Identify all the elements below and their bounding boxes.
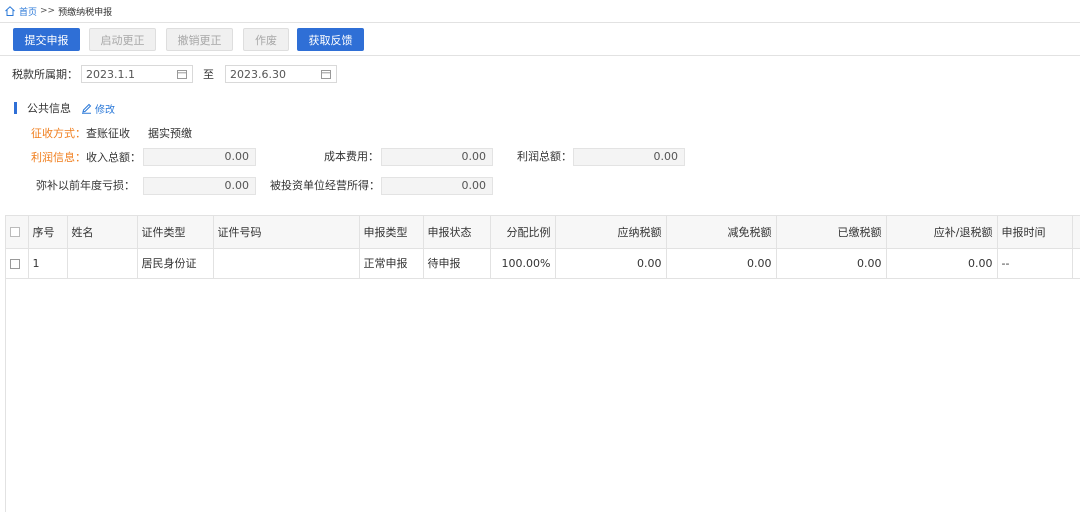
period-to-label: 至 [203,68,214,81]
breadcrumb-home-link[interactable]: 首页 [19,5,37,18]
table-header-row: 序号 姓名 证件类型 证件号码 申报类型 申报状态 分配比例 应纳税额 减免税额… [6,216,1080,249]
calendar-icon[interactable] [321,69,331,79]
column-header: 证件类型 [137,216,214,249]
profit-info-label-row: 利润信息： 收入总额： [31,148,141,166]
section-marker [14,102,17,114]
row-checkbox[interactable] [10,258,20,269]
column-header: 减免税额 [666,216,777,249]
edit-icon [82,103,92,114]
profit-info-label: 利润信息： [31,151,86,164]
table-cell [67,248,138,279]
column-header: 证件号码 [213,216,360,249]
start-correction-button[interactable]: 启动更正 [89,28,156,51]
calendar-icon[interactable] [177,69,187,79]
cost-label: 成本费用： [324,150,379,163]
submit-button[interactable]: 提交申报 [13,28,80,51]
tax-period: 税款所属期： 2023.1.1 至 2023.6.30 [12,65,337,83]
end-date-input[interactable]: 2023.6.30 [225,65,337,83]
column-header: 姓名 [67,216,138,249]
table-cell: 1 [28,248,68,279]
investee-income-label: 被投资单位经营所得： [270,179,380,192]
cost-field[interactable]: 0.00 [381,148,493,166]
home-icon [5,6,15,16]
column-header: 已缴税额 [776,216,887,249]
select-all-checkbox[interactable] [10,227,20,238]
income-label: 收入总额： [86,151,141,164]
table-cell: 0.00 [555,248,667,279]
profit-total-label: 利润总额： [517,150,572,163]
column-header: 应纳税额 [555,216,667,249]
edit-link[interactable]: 修改 [81,101,115,116]
column-header: 序号 [28,216,68,249]
toolbar: 提交申报 启动更正 撤销更正 作废 获取反馈 [0,22,1080,56]
loss-offset-field[interactable]: 0.00 [143,177,256,195]
table-cell: 正常申报 [359,248,424,279]
table-cell-spacer [1072,248,1080,279]
table-cell: 0.00 [886,248,998,279]
void-button[interactable]: 作废 [243,28,289,51]
breadcrumb-current: 预缴纳税申报 [58,7,113,18]
table-cell: -- [997,248,1073,279]
breadcrumb: 首页 >> 预缴纳税申报 [4,4,112,18]
get-feedback-button[interactable]: 获取反馈 [297,28,364,51]
table-cell [213,248,360,279]
public-info-title: 公共信息 [27,102,71,115]
column-header: 申报类型 [359,216,424,249]
table-row[interactable]: 1 居民身份证 正常申报 待申报 100.00% 0.00 0.00 0.00 … [6,248,1080,279]
income-field[interactable]: 0.00 [143,148,256,166]
public-info-header: 公共信息 修改 [14,101,115,116]
declaration-table: 序号 姓名 证件类型 证件号码 申报类型 申报状态 分配比例 应纳税额 减免税额… [5,215,1080,512]
tax-period-label: 税款所属期： [12,68,78,81]
table-cell: 待申报 [423,248,491,279]
table-cell: 0.00 [666,248,777,279]
investee-income-field[interactable]: 0.00 [381,177,493,195]
column-header: 申报状态 [423,216,491,249]
breadcrumb-separator: >> [40,6,56,16]
edit-label: 修改 [95,104,115,116]
prepayment-method-value: 据实预缴 [148,127,192,140]
column-header-spacer [1072,216,1080,249]
collection-method-label: 征收方式： [31,127,86,140]
select-all-cell [6,216,29,249]
column-header: 应补/退税额 [886,216,998,249]
start-date-value: 2023.1.1 [86,67,135,81]
start-date-input[interactable]: 2023.1.1 [81,65,193,83]
loss-offset-label: 弥补以前年度亏损： [36,179,135,192]
column-header: 分配比例 [490,216,556,249]
column-header: 申报时间 [997,216,1073,249]
collection-method-row: 征收方式： 查账征收 据实预缴 [31,124,192,142]
table-cell: 0.00 [776,248,887,279]
profit-total-field[interactable]: 0.00 [573,148,685,166]
table-cell: 居民身份证 [137,248,214,279]
end-date-value: 2023.6.30 [230,67,286,81]
row-select-cell [6,248,29,279]
table-cell: 100.00% [490,248,556,279]
cancel-correction-button[interactable]: 撤销更正 [166,28,233,51]
collection-method-value: 查账征收 [86,127,130,140]
